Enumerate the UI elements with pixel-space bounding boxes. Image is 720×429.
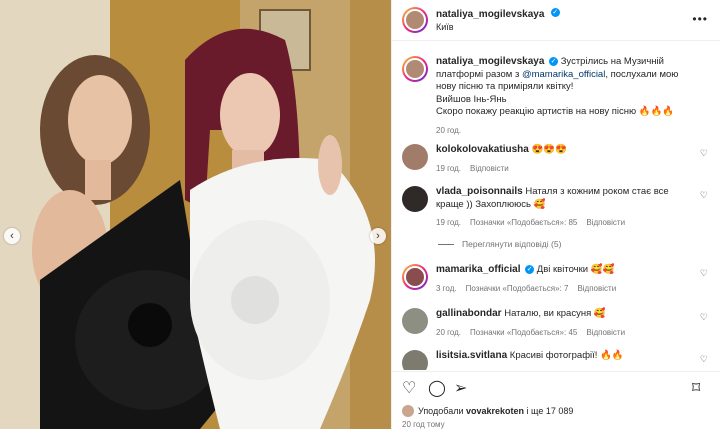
- reply-button[interactable]: Відповісти: [586, 217, 625, 230]
- ellipsis-icon[interactable]: •••: [692, 12, 708, 26]
- comment-item: mamarika_official ✓ Дві квіточки 🥰🥰 3 го…: [402, 264, 712, 295]
- heart-icon[interactable]: ♡: [402, 378, 416, 398]
- next-photo-button[interactable]: ›: [370, 228, 386, 244]
- instagram-post-view: ‹ › nataliya_mogilevskaya ✓ Київ ••• nat…: [0, 0, 720, 429]
- likes-summary[interactable]: Уподобали vovakrekoten і ще 17 089: [402, 405, 573, 417]
- caption-username[interactable]: nataliya_mogilevskaya: [436, 56, 544, 67]
- post-location[interactable]: Київ: [436, 21, 560, 33]
- comment-time[interactable]: 20 год.: [436, 327, 461, 340]
- author-username[interactable]: nataliya_mogilevskaya: [436, 9, 544, 20]
- reply-button[interactable]: Відповісти: [586, 327, 625, 340]
- comment-item: kolokolovakatiusha 😍😍😍 19 год. Відповіст…: [402, 144, 712, 175]
- comment-avatar[interactable]: [402, 264, 428, 290]
- heart-icon[interactable]: ♡: [700, 148, 708, 159]
- comment-item: lisitsia.svitlana Красиві фотографії! 🔥🔥…: [402, 350, 712, 370]
- post-side-panel: nataliya_mogilevskaya ✓ Київ ••• nataliy…: [391, 0, 720, 429]
- post-header: nataliya_mogilevskaya ✓ Київ •••: [392, 0, 720, 41]
- post-timestamp[interactable]: 20 год тому: [402, 420, 445, 429]
- comment-text: Красиві фотографії! 🔥🔥: [509, 350, 624, 361]
- reply-button[interactable]: Відповісти: [470, 163, 509, 176]
- verified-badge-icon: ✓: [550, 8, 560, 18]
- caption: nataliya_mogilevskaya ✓ Зустрілись на Му…: [402, 56, 712, 137]
- view-replies-label: Переглянути відповіді (5): [462, 239, 562, 249]
- likes-count[interactable]: і ще 17 089: [527, 406, 574, 416]
- previous-photo-button[interactable]: ‹: [4, 228, 20, 244]
- comment-likes[interactable]: Позначки «Подобається»: 45: [470, 327, 577, 340]
- comment-username[interactable]: lisitsia.svitlana: [436, 350, 507, 361]
- comment-username[interactable]: gallinabondar: [436, 308, 502, 319]
- comment-likes[interactable]: Позначки «Подобається»: 85: [470, 217, 577, 230]
- caption-line2: Вийшов Інь-Янь: [436, 93, 507, 105]
- verified-badge-icon: ✓: [525, 264, 535, 274]
- comments-list[interactable]: nataliya_mogilevskaya ✓ Зустрілись на Му…: [392, 48, 720, 370]
- comment-text: 😍😍😍: [531, 144, 567, 155]
- bookmark-icon[interactable]: ⌑: [692, 378, 700, 398]
- comment-avatar[interactable]: [402, 186, 428, 212]
- comment-username[interactable]: vlada_poisonnails: [436, 186, 523, 197]
- comment-text: Наталю, ви красуня 🥰: [504, 308, 606, 319]
- liker-username[interactable]: vovakrekoten: [466, 406, 524, 416]
- post-photo[interactable]: ‹ ›: [0, 0, 391, 429]
- chevron-right-icon: ›: [376, 230, 380, 242]
- heart-icon[interactable]: ♡: [700, 268, 708, 279]
- caption-avatar[interactable]: [402, 56, 428, 82]
- heart-icon[interactable]: ♡: [700, 312, 708, 323]
- comment-username[interactable]: kolokolovakatiusha: [436, 144, 529, 155]
- comment-time[interactable]: 19 год.: [436, 217, 461, 230]
- caption-time[interactable]: 20 год.: [436, 125, 461, 138]
- heart-icon[interactable]: ♡: [700, 354, 708, 365]
- comment-time[interactable]: 3 год.: [436, 283, 457, 296]
- comment-avatar[interactable]: [402, 144, 428, 170]
- view-replies-link[interactable]: Переглянути відповіді (5): [438, 239, 561, 249]
- reply-button[interactable]: Відповісти: [577, 283, 616, 296]
- comment-avatar[interactable]: [402, 350, 428, 370]
- comment-likes[interactable]: Позначки «Подобається»: 7: [466, 283, 569, 296]
- heart-icon[interactable]: ♡: [700, 190, 708, 201]
- comment-username[interactable]: mamarika_official: [436, 264, 521, 275]
- chevron-left-icon: ‹: [10, 230, 14, 242]
- photo-illustration: [0, 0, 391, 429]
- comment-avatar[interactable]: [402, 308, 428, 334]
- comment-time[interactable]: 19 год.: [436, 163, 461, 176]
- liker-avatar: [402, 405, 414, 417]
- author-avatar[interactable]: [402, 7, 428, 33]
- verified-badge-icon: ✓: [549, 56, 559, 66]
- comment-item: gallinabondar Наталю, ви красуня 🥰 20 го…: [402, 308, 712, 339]
- replies-divider: [438, 243, 454, 245]
- comment-item: vlada_poisonnails Наталя з кожним роком …: [402, 186, 712, 230]
- likes-prefix: Уподобали: [418, 406, 464, 416]
- post-actions-bar: ♡ ◯ ➢ ⌑: [392, 371, 720, 402]
- caption-line3: Скоро покажу реакцію артистів на нову пі…: [436, 106, 675, 117]
- comment-text: Дві квіточки 🥰🥰: [536, 264, 615, 275]
- comment-icon[interactable]: ◯: [428, 378, 446, 398]
- mention-link[interactable]: @mamarika_official: [522, 69, 605, 80]
- share-icon[interactable]: ➢: [454, 378, 467, 398]
